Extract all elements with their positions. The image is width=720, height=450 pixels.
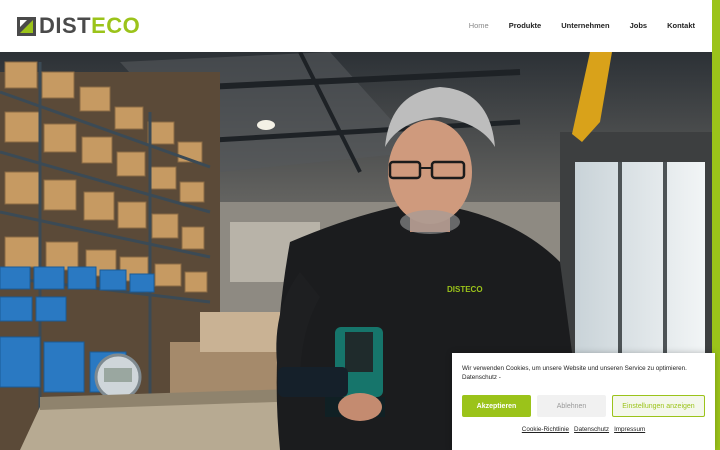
page: DISTECO DIST ECO Home Produkte Unternehme…	[0, 0, 720, 450]
brand-name-part1: DIST	[39, 13, 92, 38]
nav-item-kontakt[interactable]: Kontakt	[667, 21, 695, 30]
cookie-buttons: Akzeptieren Ablehnen Einstellungen anzei…	[462, 395, 705, 417]
main-nav: Home Produkte Unternehmen Jobs Kontakt	[469, 21, 695, 30]
accept-button[interactable]: Akzeptieren	[462, 395, 531, 417]
cookie-footer-links: Cookie-Richtlinie Datenschutz Impressum	[462, 426, 705, 433]
nav-item-home[interactable]: Home	[469, 21, 489, 30]
imprint-link[interactable]: Impressum	[614, 426, 645, 433]
cookie-banner: Wir verwenden Cookies, um unsere Website…	[452, 353, 715, 450]
brand-name-part2: ECO	[91, 13, 141, 38]
show-settings-button[interactable]: Einstellungen anzeigen	[612, 395, 705, 417]
cookie-message: Wir verwenden Cookies, um unsere Website…	[462, 364, 705, 382]
site-logo[interactable]: DIST ECO	[17, 15, 140, 37]
nav-item-unternehmen[interactable]: Unternehmen	[561, 21, 609, 30]
cookie-policy-link[interactable]: Cookie-Richtlinie	[522, 426, 569, 433]
privacy-link[interactable]: Datenschutz	[574, 426, 609, 433]
cookie-privacy-inline-link[interactable]: Datenschutz	[462, 374, 497, 381]
deny-button[interactable]: Ablehnen	[537, 395, 606, 417]
cookie-privacy-suffix: -	[497, 374, 501, 381]
site-header: DIST ECO Home Produkte Unternehmen Jobs K…	[0, 0, 712, 52]
disteco-logo-icon	[17, 16, 36, 36]
shirt-logo-text: DISTECO	[447, 285, 483, 294]
cookie-text: Wir verwenden Cookies, um unsere Website…	[462, 365, 687, 372]
nav-item-jobs[interactable]: Jobs	[630, 21, 648, 30]
nav-item-produkte[interactable]: Produkte	[509, 21, 542, 30]
